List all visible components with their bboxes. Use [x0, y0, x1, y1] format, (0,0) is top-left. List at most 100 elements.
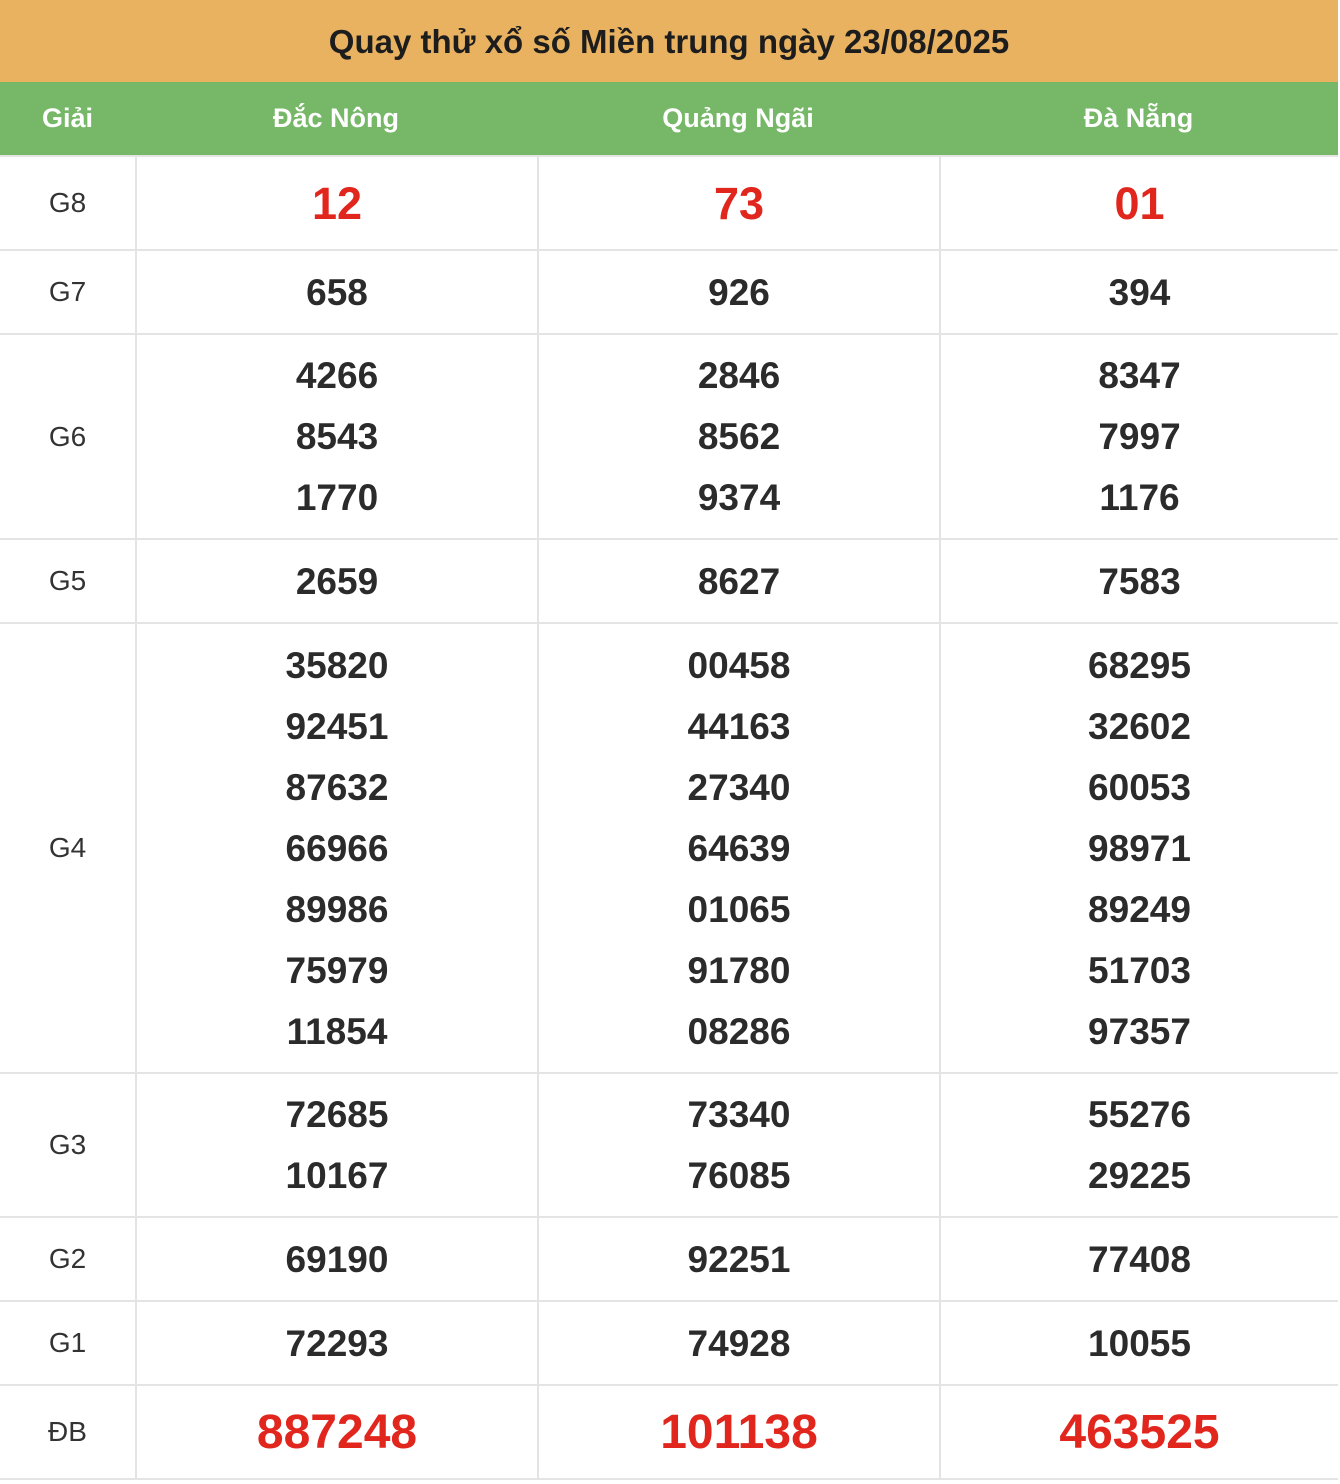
result-cell: 35820 92451 87632 66966 89986 75979 11854	[135, 624, 537, 1072]
result-number: 60053	[1088, 766, 1191, 808]
result-number: 55276	[1088, 1094, 1191, 1135]
prize-label: G2	[48, 1243, 87, 1274]
result-number: 98971	[1088, 827, 1191, 869]
result-cell: 658	[135, 251, 537, 333]
table-row: G3 72685 10167 73340 76085 55276 29225	[0, 1072, 1338, 1216]
result-number: 73340	[687, 1094, 791, 1135]
result-number: 51703	[1088, 949, 1191, 991]
result-number: 7583	[1098, 560, 1181, 602]
result-number: 8543	[295, 416, 379, 457]
table-row: G2 69190 92251 77408	[0, 1216, 1338, 1300]
result-cell: 72293	[135, 1302, 537, 1384]
result-number: 29225	[1088, 1155, 1191, 1196]
prize-label: G5	[48, 565, 87, 596]
result-number: 35820	[285, 644, 389, 686]
result-cell: 74928	[537, 1302, 939, 1384]
result-number: 1770	[295, 477, 379, 518]
result-cell: 92251	[537, 1218, 939, 1300]
result-number: 01	[1114, 177, 1165, 229]
result-number: 91780	[687, 949, 791, 991]
result-cell: 73340 76085	[537, 1074, 939, 1216]
result-number: 2846	[697, 355, 781, 396]
result-number: 8347	[1098, 355, 1181, 396]
result-number: 44163	[687, 705, 791, 747]
result-number: 73	[713, 177, 765, 229]
result-number: 658	[306, 271, 368, 313]
special-prize-number: 887248	[256, 1405, 418, 1459]
header-prize: Giải	[41, 103, 94, 133]
result-cell: 69190	[135, 1218, 537, 1300]
result-number: 87632	[285, 766, 389, 808]
result-cell: 2846 8562 9374	[537, 335, 939, 538]
result-number: 89249	[1088, 888, 1191, 930]
table-body: G8 12 73 01 G7 658 926 394 G6 4266 8543 1770 2846 856…	[0, 155, 1338, 1478]
result-number: 68295	[1088, 644, 1191, 686]
table-row: G8 12 73 01	[0, 155, 1338, 249]
result-number: 74928	[687, 1322, 791, 1364]
result-number: 10055	[1088, 1322, 1191, 1364]
prize-label: G7	[48, 276, 87, 307]
prize-label: ĐB	[48, 1416, 87, 1447]
page-title: Quay thử xổ số Miền trung ngày 23/08/202…	[0, 0, 1338, 82]
result-number: 92451	[285, 705, 389, 747]
header-province-1: Đắc Nông	[272, 103, 399, 133]
prize-label: G6	[48, 420, 87, 452]
result-number: 9374	[697, 477, 781, 518]
result-cell: 8627	[537, 540, 939, 622]
result-number: 926	[708, 271, 770, 313]
result-number: 64639	[687, 827, 791, 869]
lottery-results-table: Quay thử xổ số Miền trung ngày 23/08/202…	[0, 0, 1338, 1480]
prize-label: G1	[48, 1327, 87, 1358]
result-number: 97357	[1088, 1010, 1191, 1052]
result-number: 89986	[285, 888, 389, 930]
result-cell: 7583	[939, 540, 1338, 622]
result-number: 32602	[1088, 705, 1191, 747]
result-number: 7997	[1098, 416, 1181, 457]
result-number: 00458	[687, 644, 791, 686]
result-cell: 55276 29225	[939, 1074, 1338, 1216]
result-cell: 926	[537, 251, 939, 333]
result-number: 75979	[285, 949, 389, 991]
prize-label: G4	[48, 832, 87, 863]
result-cell: 12	[135, 157, 537, 249]
result-cell: 463525	[939, 1386, 1338, 1478]
result-number: 2659	[295, 560, 379, 602]
result-number: 76085	[687, 1155, 791, 1196]
result-number: 4266	[295, 355, 379, 396]
result-number: 8627	[697, 560, 781, 602]
result-number: 92251	[687, 1238, 791, 1280]
result-number: 1176	[1099, 477, 1180, 518]
result-cell: 68295 32602 60053 98971 89249 51703 97357	[939, 624, 1338, 1072]
result-number: 12	[311, 177, 363, 229]
result-number: 394	[1108, 271, 1171, 313]
result-number: 10167	[285, 1155, 389, 1196]
result-cell: 101138	[537, 1386, 939, 1478]
header-province-2: Quảng Ngãi	[662, 103, 814, 133]
result-number: 72685	[285, 1094, 389, 1135]
result-cell: 8347 7997 1176	[939, 335, 1338, 538]
result-number: 69190	[285, 1238, 389, 1280]
prize-label: G8	[48, 187, 87, 218]
special-prize-number: 101138	[660, 1405, 818, 1459]
table-row: G6 4266 8543 1770 2846 8562 9374 8347 7997 1176	[0, 333, 1338, 538]
result-number: 01065	[687, 888, 791, 930]
result-number: 66966	[285, 827, 389, 869]
table-row: ĐB 887248 101138 463525	[0, 1384, 1338, 1478]
result-cell: 72685 10167	[135, 1074, 537, 1216]
prize-label: G3	[48, 1129, 87, 1160]
special-prize-number: 463525	[1059, 1405, 1220, 1459]
table-row: G5 2659 8627 7583	[0, 538, 1338, 622]
result-number: 27340	[687, 766, 791, 808]
table-header: Giải Đắc Nông Quảng Ngãi Đà Nẵng	[0, 82, 1338, 155]
table-row: G1 72293 74928 10055	[0, 1300, 1338, 1384]
header-province-3: Đà Nẵng	[1083, 103, 1194, 133]
result-cell: 2659	[135, 540, 537, 622]
table-row: G7 658 926 394	[0, 249, 1338, 333]
result-number: 08286	[687, 1010, 791, 1052]
result-cell: 77408	[939, 1218, 1338, 1300]
result-cell: 4266 8543 1770	[135, 335, 537, 538]
result-cell: 73	[537, 157, 939, 249]
table-row: G4 35820 92451 87632 66966 89986 75979 11854 004…	[0, 622, 1338, 1072]
result-number: 11854	[286, 1010, 388, 1052]
result-number: 8562	[697, 416, 781, 457]
